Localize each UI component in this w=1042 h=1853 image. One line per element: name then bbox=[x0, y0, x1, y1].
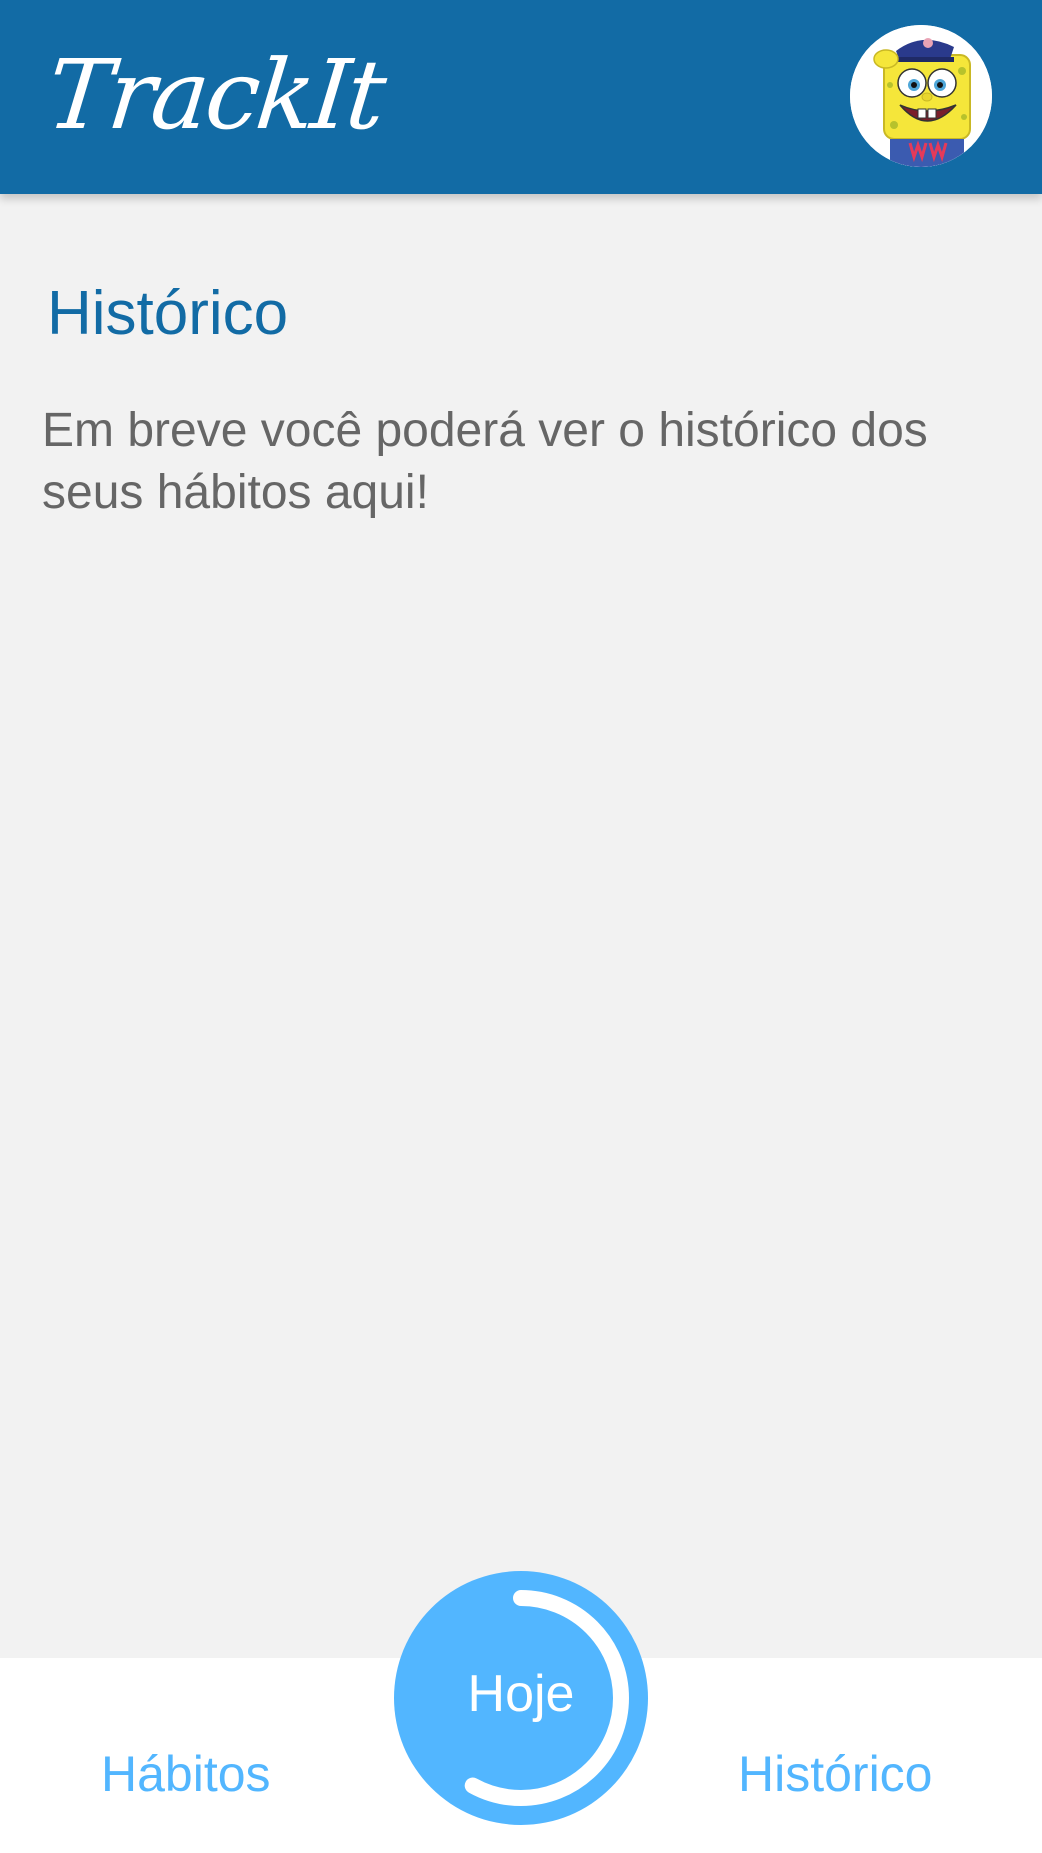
app-screen: TrackIt Histórico Em breve você poderá v… bbox=[0, 0, 1042, 1853]
page-title: Histórico bbox=[47, 279, 289, 348]
today-label: Hoje bbox=[467, 1665, 575, 1723]
spongebob-avatar-icon bbox=[850, 25, 992, 167]
top-bar: TrackIt bbox=[0, 0, 1042, 194]
user-avatar[interactable] bbox=[850, 25, 992, 167]
today-button[interactable]: Hoje bbox=[394, 1571, 648, 1825]
app-logo: TrackIt bbox=[42, 39, 389, 151]
history-empty-message: Em breve você poderá ver o histórico dos… bbox=[42, 404, 928, 519]
nav-habits-link[interactable]: Hábitos bbox=[101, 1742, 271, 1806]
nav-history-link[interactable]: Histórico bbox=[738, 1742, 932, 1806]
